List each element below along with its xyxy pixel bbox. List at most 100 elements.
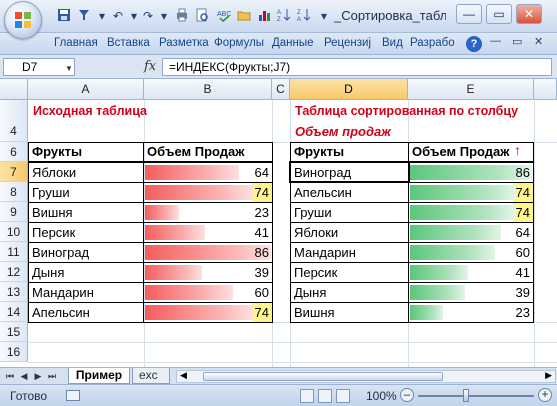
qat-dropdown-icon[interactable]: ▾ [94, 8, 110, 24]
formula-input[interactable]: =ИНДЕКС(Фрукты;J7) [162, 58, 552, 76]
left-sales-cell[interactable]: 86 [143, 242, 273, 263]
left-sales-cell[interactable]: 41 [143, 222, 273, 243]
next-sheet-icon[interactable]: ▶ [32, 370, 44, 383]
right-sales-cell[interactable]: 41 [408, 262, 534, 283]
redo-dropdown-icon[interactable]: ▾ [156, 8, 172, 24]
row-header-12[interactable]: 12 [0, 262, 28, 282]
customize-qat-icon[interactable]: ▾ [316, 8, 332, 24]
save-icon[interactable] [56, 8, 72, 24]
workbook-close-icon[interactable]: ✕ [534, 35, 543, 48]
tab-view[interactable]: Вид [382, 37, 403, 49]
workbook-restore-icon[interactable]: ▭ [512, 35, 522, 48]
left-fruit-cell[interactable]: Апельсин [28, 302, 144, 323]
scroll-left-icon[interactable]: ◀ [180, 370, 187, 381]
ribbon-minimize-icon[interactable]: — [490, 35, 501, 47]
page-layout-view-icon[interactable] [318, 389, 332, 403]
right-sales-cell[interactable]: 23 [408, 302, 534, 323]
column-header-b[interactable]: B [144, 79, 272, 100]
normal-view-icon[interactable] [300, 389, 314, 403]
left-fruit-cell[interactable]: Яблоки [28, 162, 144, 183]
row-header-6[interactable]: 6 [0, 142, 28, 162]
sheet-tab-exc[interactable]: exc [132, 368, 170, 384]
row-header-14[interactable]: 14 [0, 302, 28, 322]
tab-insert[interactable]: Вставка [107, 37, 150, 49]
restore-button[interactable]: ▭ [486, 4, 512, 24]
left-header-fruits[interactable]: Фрукты [28, 142, 144, 162]
tab-developer[interactable]: Разрабо [410, 37, 455, 49]
scroll-right-icon[interactable]: ▶ [545, 370, 552, 381]
left-sales-cell[interactable]: 60 [143, 282, 273, 303]
zoom-out-icon[interactable]: – [400, 388, 414, 402]
tab-data[interactable]: Данные [272, 37, 314, 49]
horizontal-scrollbar[interactable]: ◀ ▶ [176, 370, 556, 383]
select-all-corner[interactable] [0, 79, 28, 100]
right-sales-cell[interactable]: 86 [408, 162, 534, 183]
right-sales-cell[interactable]: 64 [408, 222, 534, 243]
sheet-tab-primer[interactable]: Пример [68, 368, 130, 384]
column-header-f[interactable] [534, 79, 557, 100]
tab-home[interactable]: Главная [54, 37, 98, 49]
column-header-c[interactable]: C [272, 79, 290, 100]
page-break-view-icon[interactable] [336, 389, 350, 403]
right-header-fruits[interactable]: Фрукты [290, 142, 409, 162]
row-header-11[interactable]: 11 [0, 242, 28, 262]
left-sales-cell[interactable]: 39 [143, 262, 273, 283]
tab-page-layout[interactable]: Разметка [159, 37, 209, 49]
sort-az-icon[interactable]: AZ [276, 8, 292, 24]
left-sales-cell[interactable]: 64 [143, 162, 273, 183]
right-fruit-cell[interactable]: Апельсин [290, 182, 409, 203]
left-fruit-cell[interactable]: Дыня [28, 262, 144, 283]
print-preview-icon[interactable] [194, 8, 210, 24]
zoom-in-icon[interactable]: + [538, 388, 552, 402]
row-header-7[interactable]: 7 [0, 162, 28, 182]
row-header-16[interactable]: 16 [0, 342, 28, 362]
active-cell-selection[interactable] [289, 161, 410, 183]
tab-formulas[interactable]: Формулы [214, 37, 264, 49]
minimize-button[interactable]: — [456, 4, 482, 24]
open-folder-icon[interactable] [236, 8, 252, 24]
zoom-level[interactable]: 100% [366, 389, 397, 403]
spreadsheet-grid[interactable]: A B C D E 4 6 7 8 9 10 11 12 13 14 15 16… [0, 79, 557, 367]
close-button[interactable]: ✕ [516, 4, 542, 24]
column-header-a[interactable]: A [28, 79, 144, 100]
left-sales-cell[interactable]: 74 [143, 302, 273, 323]
zoom-slider-track[interactable] [418, 395, 534, 397]
first-sheet-icon[interactable]: ⏮ [4, 370, 16, 383]
horizontal-scroll-thumb[interactable] [203, 372, 443, 381]
right-sales-cell[interactable]: 39 [408, 282, 534, 303]
left-fruit-cell[interactable]: Персик [28, 222, 144, 243]
right-sales-cell[interactable]: 74 [408, 182, 534, 203]
office-button[interactable] [4, 1, 42, 39]
undo-icon[interactable]: ↶ [110, 8, 126, 24]
zoom-slider-thumb[interactable] [463, 389, 469, 402]
left-fruit-cell[interactable]: Груши [28, 182, 144, 203]
left-header-sales[interactable]: Объем Продаж [143, 142, 273, 162]
row-header-13[interactable]: 13 [0, 282, 28, 302]
redo-icon[interactable]: ↷ [140, 8, 156, 24]
left-fruit-cell[interactable]: Мандарин [28, 282, 144, 303]
column-header-e[interactable]: E [408, 79, 534, 100]
name-box-dropdown-icon[interactable]: ▼ [65, 64, 73, 73]
left-sales-cell[interactable]: 23 [143, 202, 273, 223]
prev-sheet-icon[interactable]: ◀ [18, 370, 30, 383]
right-fruit-cell[interactable]: Груши [290, 202, 409, 223]
right-sales-cell[interactable]: 60 [408, 242, 534, 263]
chart-icon[interactable] [256, 8, 272, 24]
right-fruit-cell[interactable]: Яблоки [290, 222, 409, 243]
sort-tool-icon[interactable] [76, 8, 92, 24]
right-fruit-cell[interactable]: Персик [290, 262, 409, 283]
row-header-10[interactable]: 10 [0, 222, 28, 242]
tab-review[interactable]: Рецензиј [324, 37, 371, 49]
column-header-d[interactable]: D [290, 79, 408, 100]
last-sheet-icon[interactable]: ⏭ [46, 370, 58, 383]
row-header-4[interactable]: 4 [0, 100, 28, 142]
row-header-8[interactable]: 8 [0, 182, 28, 202]
left-fruit-cell[interactable]: Виноград [28, 242, 144, 263]
quick-print-icon[interactable] [174, 8, 190, 24]
help-icon[interactable]: ? [466, 36, 482, 52]
spelling-icon[interactable]: ABC [216, 8, 232, 24]
left-fruit-cell[interactable]: Вишня [28, 202, 144, 223]
row-header-9[interactable]: 9 [0, 202, 28, 222]
sort-za-icon[interactable]: ZA [296, 8, 312, 24]
left-sales-cell[interactable]: 74 [143, 182, 273, 203]
